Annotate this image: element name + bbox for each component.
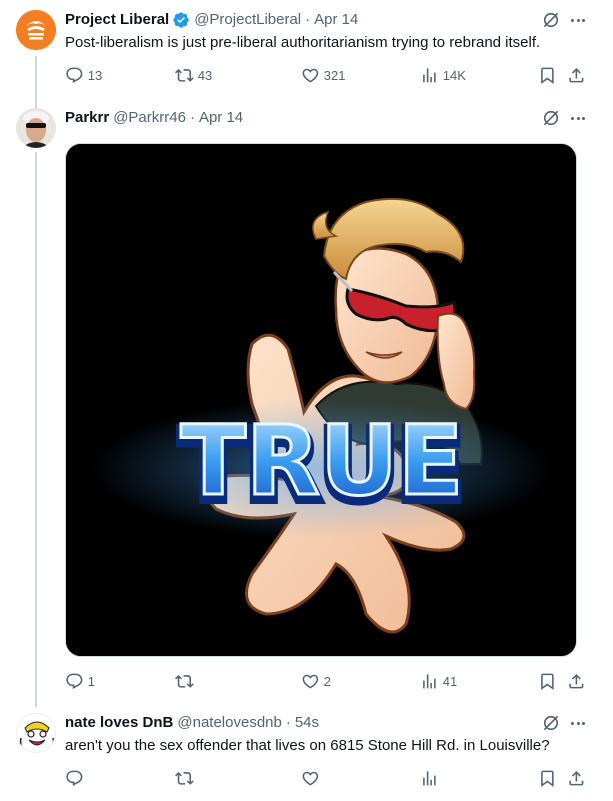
repost-button[interactable] <box>175 672 198 691</box>
share-button[interactable] <box>567 672 586 691</box>
like-icon <box>302 68 319 83</box>
reply-count: 1 <box>87 673 95 689</box>
repost-icon <box>175 675 194 688</box>
media-text: TRUE <box>181 405 464 517</box>
views-button[interactable] <box>420 769 439 788</box>
avatar[interactable] <box>16 713 56 753</box>
action-bar: 1 2 41 <box>65 672 595 692</box>
repost-icon <box>175 69 194 82</box>
author-name[interactable]: Parkrr <box>65 108 109 128</box>
reply-button[interactable]: 1 <box>65 672 95 691</box>
repost-button[interactable]: 43 <box>175 66 212 85</box>
reply-button[interactable]: 13 <box>65 66 102 85</box>
reply-count: 13 <box>87 67 103 83</box>
like-count: 321 <box>323 67 346 83</box>
more-icon[interactable] <box>566 108 590 128</box>
project-liberal-logo-icon <box>16 10 56 50</box>
grok-icon[interactable] <box>541 10 561 30</box>
repost-icon <box>175 772 194 785</box>
author-handle[interactable]: @natelovesdnb <box>177 713 281 733</box>
share-button[interactable] <box>567 769 586 788</box>
more-icon[interactable] <box>566 713 590 733</box>
view-count: 41 <box>442 673 458 689</box>
like-button[interactable]: 321 <box>301 66 345 85</box>
like-icon <box>302 674 319 689</box>
avatar[interactable] <box>16 10 56 50</box>
author-name[interactable]: nate loves DnB <box>65 713 173 733</box>
repost-count: 43 <box>197 67 213 83</box>
reply-button[interactable] <box>65 769 84 788</box>
like-button[interactable] <box>301 769 320 788</box>
timestamp[interactable]: Apr 14 <box>199 108 243 128</box>
more-icon[interactable] <box>566 10 590 30</box>
share-button[interactable] <box>567 66 586 85</box>
view-count: 14K <box>442 67 466 83</box>
separator-dot: · <box>189 109 195 126</box>
tweet-project-liberal[interactable]: Project Liberal @ProjectLiberal · Apr 14… <box>0 10 613 100</box>
tweet-text: Post-liberalism is just pre-liberal auth… <box>65 34 541 51</box>
repost-button[interactable] <box>175 769 194 788</box>
reply-icon <box>66 67 83 83</box>
bookmark-button[interactable] <box>538 769 557 788</box>
parkrr-avatar-icon <box>16 108 56 148</box>
reply-icon <box>66 770 83 786</box>
action-bar: 13 43 321 14K <box>65 66 595 86</box>
author-name[interactable]: Project Liberal <box>65 10 169 30</box>
like-icon <box>302 771 319 786</box>
separator-dot: · <box>305 11 311 28</box>
like-button[interactable]: 2 <box>301 672 331 691</box>
true-meme-illustration: TRUE TRUE <box>66 144 576 656</box>
media-image[interactable]: TRUE TRUE <box>65 143 577 657</box>
reply-icon <box>66 673 83 689</box>
bookmark-icon <box>541 770 554 787</box>
bookmark-button[interactable] <box>538 672 557 691</box>
share-icon <box>569 771 584 786</box>
views-icon <box>423 771 436 786</box>
action-bar <box>65 769 595 789</box>
tweet-header: Parkrr @Parkrr46 · Apr 14 <box>65 108 243 128</box>
tweet-natelovesdnb[interactable]: nate loves DnB @natelovesdnb · 54s aren'… <box>0 713 613 793</box>
share-icon <box>569 68 584 83</box>
share-icon <box>569 674 584 689</box>
views-button[interactable]: 14K <box>420 66 466 85</box>
tweet-text: aren't you the sex offender that lives o… <box>65 737 550 754</box>
grok-icon[interactable] <box>541 108 561 128</box>
avatar[interactable] <box>16 108 56 148</box>
tweet-parkrr[interactable]: Parkrr @Parkrr46 · Apr 14 TRUE TRUE 1 2 … <box>0 108 613 698</box>
author-handle[interactable]: @ProjectLiberal <box>194 10 301 30</box>
views-icon <box>423 68 436 83</box>
nate-avatar-icon <box>17 714 55 752</box>
tweet-header: Project Liberal @ProjectLiberal · Apr 14 <box>65 10 358 30</box>
verified-badge-icon <box>173 12 189 28</box>
author-handle[interactable]: @Parkrr46 <box>113 108 186 128</box>
bookmark-icon <box>541 67 554 84</box>
bookmark-button[interactable] <box>538 66 557 85</box>
timestamp[interactable]: 54s <box>295 713 319 733</box>
bookmark-icon <box>541 673 554 690</box>
like-count: 2 <box>323 673 331 689</box>
timestamp[interactable]: Apr 14 <box>314 10 358 30</box>
views-button[interactable]: 41 <box>420 672 457 691</box>
views-icon <box>423 674 436 689</box>
grok-icon[interactable] <box>541 713 561 733</box>
tweet-header: nate loves DnB @natelovesdnb · 54s <box>65 713 319 733</box>
separator-dot: · <box>285 714 291 731</box>
